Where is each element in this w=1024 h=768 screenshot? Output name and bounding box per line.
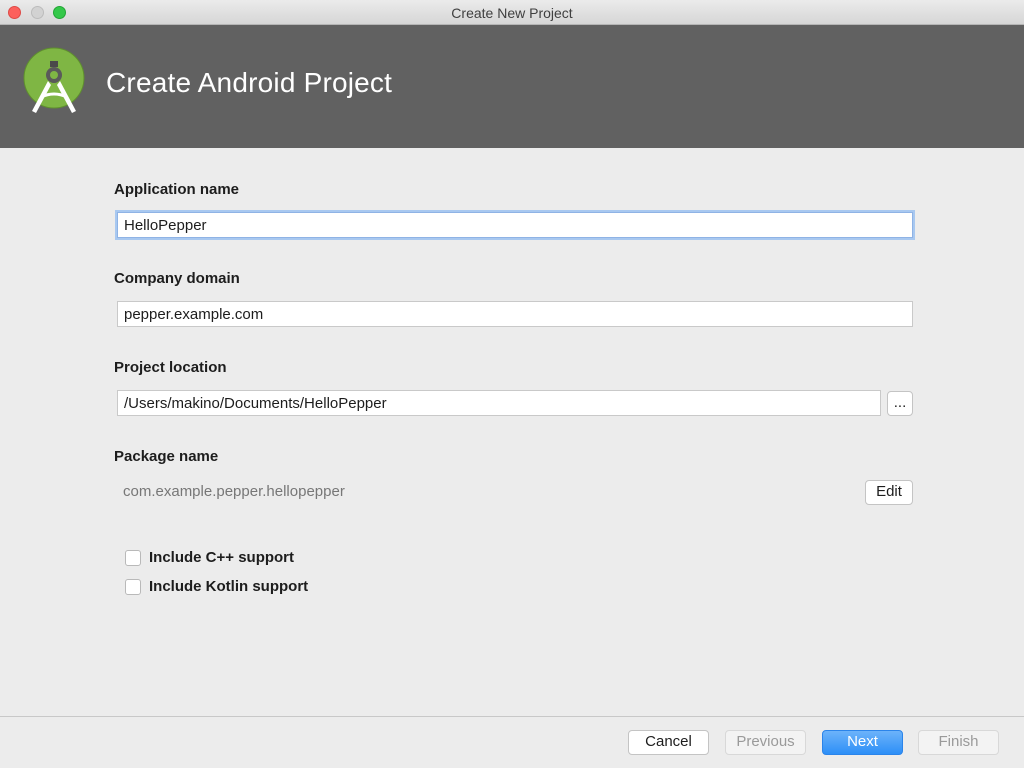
cpp-support-label[interactable]: Include C++ support [149,549,294,566]
app-name-field[interactable] [117,212,913,238]
package-name-label: Package name [114,448,219,465]
kotlin-support-checkbox[interactable] [125,579,141,595]
header-banner: Create Android Project [0,25,1024,148]
app-name-label: Application name [114,181,240,198]
company-domain-field[interactable] [117,301,913,327]
project-location-label: Project location [114,359,227,376]
browse-location-button[interactable]: ... [887,391,913,416]
next-button[interactable]: Next [822,730,903,755]
title-bar: Create New Project [0,0,1024,25]
project-location-field[interactable] [117,390,881,416]
cpp-support-checkbox[interactable] [125,550,141,566]
package-name-value: com.example.pepper.hellopepper [123,483,345,500]
previous-button[interactable]: Previous [725,730,806,755]
company-domain-label: Company domain [114,270,240,287]
page-title: Create Android Project [106,67,393,98]
android-studio-icon [23,47,85,113]
finish-button[interactable]: Finish [918,730,999,755]
cancel-button[interactable]: Cancel [628,730,709,755]
edit-package-button[interactable]: Edit [865,480,913,505]
kotlin-support-label[interactable]: Include Kotlin support [149,578,308,595]
window-title: Create New Project [451,5,573,21]
